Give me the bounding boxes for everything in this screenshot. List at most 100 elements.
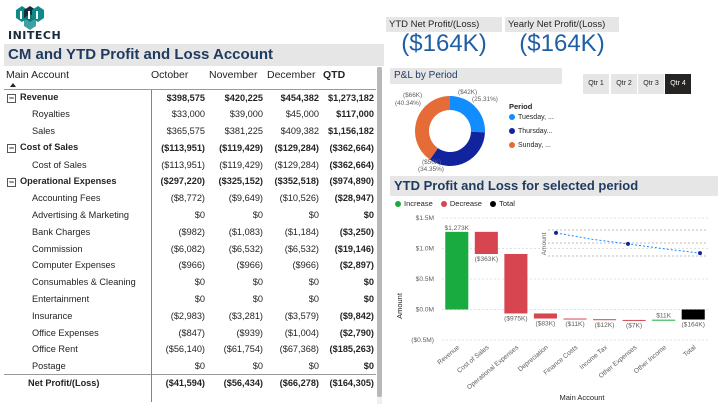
cell-nov: $0 (252, 293, 263, 304)
table-row[interactable]: Computer Expenses ($966) ($966) ($966) ($2,8… (4, 257, 376, 274)
collapse-icon[interactable]: − (7, 94, 16, 104)
cell-dec: $0 (308, 209, 319, 220)
donut-legend-item-1[interactable]: Thursday... (509, 128, 553, 135)
cell-dec: ($129,284) (274, 159, 319, 170)
quarter-button-3[interactable]: Qtr 3 (638, 74, 664, 94)
cell-nov: ($3,281) (228, 310, 263, 321)
total-row[interactable]: Net Profit/(Loss) ($41,594) ($56,434) ($66,… (4, 374, 376, 392)
cell-qtd: ($164,305) (321, 374, 376, 392)
table-row[interactable]: Royalties $33,000 $39,000 $45,000 $117,000 (4, 106, 376, 123)
cell-nov: ($61,754) (223, 344, 263, 355)
quarter-button-1[interactable]: Qtr 1 (583, 74, 609, 94)
waterfall-bar[interactable] (593, 319, 617, 321)
quarter-button-4[interactable]: Qtr 4 (665, 74, 691, 94)
collapse-icon[interactable]: − (7, 177, 16, 187)
cell-nov: ($56,434) (207, 374, 265, 392)
bar-data-label: ($164K) (681, 322, 704, 329)
cell-qtd: ($9,842) (339, 310, 374, 321)
waterfall-bar[interactable] (445, 231, 469, 310)
row-label: Computer Expenses (4, 257, 149, 274)
waterfall-chart[interactable]: $1.5M $1.0M $0.5M $0.0M ($0.5M) $1,273K ($363… (390, 210, 718, 408)
waterfall-bar[interactable] (563, 318, 587, 320)
table-row[interactable]: Entertainment $0 $0 $0 $0 (4, 291, 376, 308)
cell-qtd: ($974,890) (329, 176, 374, 187)
inset-point (554, 230, 558, 235)
table-row[interactable]: Bank Charges ($982) ($1,083) ($1,184) ($3,25… (4, 223, 376, 240)
waterfall-bar[interactable] (652, 319, 676, 321)
quarter-button-2[interactable]: Qtr 2 (611, 74, 637, 94)
cell-nov: ($1,083) (228, 226, 263, 237)
waterfall-y-axis-title: Amount (395, 292, 404, 319)
row-label-text: Revenue (20, 92, 59, 103)
col-header-november[interactable]: November (207, 67, 265, 83)
cell-qtd: ($185,263) (329, 344, 374, 355)
waterfall-bar[interactable] (533, 313, 557, 319)
collapse-icon[interactable]: − (7, 144, 16, 154)
cell-oct: $0 (194, 360, 205, 371)
cell-dec: $45,000 (285, 109, 319, 120)
waterfall-bar[interactable] (681, 309, 705, 320)
cell-nov: $0 (252, 209, 263, 220)
table-scrollbar-thumb[interactable] (377, 67, 382, 397)
group-row[interactable]: − Cost of Sales ($113,951) ($119,429) ($129,… (4, 139, 376, 156)
x-tick-label: Income Tax (579, 344, 610, 371)
cell-dec: ($67,368) (279, 344, 319, 355)
cell-qtd: ($2,790) (339, 327, 374, 338)
table-row[interactable]: Consumables & Cleaning $0 $0 $0 $0 (4, 274, 376, 291)
table-row[interactable]: Cost of Sales ($113,951) ($119,429) ($129,2… (4, 156, 376, 173)
table-row[interactable]: Office Expenses ($847) ($939) ($1,004) ($2,7… (4, 324, 376, 341)
col-header-qtd[interactable]: QTD (321, 67, 376, 83)
table-row[interactable]: Office Rent ($56,140) ($61,754) ($67,368) ($… (4, 341, 376, 358)
cell-dec: $0 (308, 293, 319, 304)
cell-dec: $0 (308, 360, 319, 371)
legend-increase[interactable]: Increase (395, 199, 433, 208)
donut-legend-item-2[interactable]: Sunday, ... (509, 142, 551, 149)
row-label: Entertainment (4, 291, 149, 308)
bar-data-label: $11K (656, 313, 672, 320)
initech-logo: INITECH (8, 4, 68, 42)
donut-chart[interactable]: ($42K) (25.31%) ($66K) (40.34%) ($56K) (… (392, 86, 508, 176)
row-label-text: Net Profit/(Loss) (28, 378, 100, 389)
pl-matrix: Main Account October November December Q… (4, 67, 376, 392)
row-label: − Revenue (4, 89, 149, 106)
row-label: Sales (4, 123, 149, 140)
donut-legend-label-0: Tuesday, ... (518, 114, 554, 121)
cell-oct: $33,000 (171, 109, 205, 120)
legend-total[interactable]: Total (490, 199, 515, 208)
waterfall-bar[interactable] (474, 231, 498, 254)
row-label-text: Commission (32, 243, 83, 254)
donut-label-pct-2: (40.34%) (395, 100, 421, 107)
group-row[interactable]: − Operational Expenses ($297,220) ($325,152… (4, 173, 376, 190)
table-row[interactable]: Postage $0 $0 $0 $0 (4, 358, 376, 375)
col-header-december[interactable]: December (265, 67, 321, 83)
table-row[interactable]: Insurance ($2,983) ($3,281) ($3,579) ($9,842… (4, 307, 376, 324)
row-label-text: Office Expenses (32, 327, 99, 338)
legend-total-label: Total (499, 199, 515, 208)
row-label: Bank Charges (4, 223, 149, 240)
cell-nov: $0 (252, 360, 263, 371)
sort-ascending-icon[interactable] (10, 83, 16, 87)
table-row[interactable]: Sales $365,575 $381,225 $409,382 $1,156,182 (4, 123, 376, 140)
table-row[interactable]: Advertising & Marketing $0 $0 $0 $0 (4, 207, 376, 224)
row-label-text: Computer Expenses (32, 260, 116, 271)
waterfall-bar[interactable] (504, 253, 528, 314)
cell-qtd: $0 (363, 293, 374, 304)
row-label: Office Expenses (4, 324, 149, 341)
table-row[interactable]: Commission ($6,082) ($6,532) ($6,532) ($19,1… (4, 240, 376, 257)
cell-dec: ($129,284) (274, 142, 319, 153)
donut-label-pct-0: (25.31%) (472, 96, 498, 103)
bar-data-label: ($12K) (595, 322, 615, 329)
x-tick-label: Other Income (633, 344, 668, 375)
cell-qtd: $0 (363, 209, 374, 220)
cell-qtd: ($28,947) (334, 193, 374, 204)
col-header-main-account[interactable]: Main Account (4, 67, 149, 83)
col-header-october[interactable]: October (149, 67, 207, 83)
table-row[interactable]: Accounting Fees ($8,772) ($9,649) ($10,526)… (4, 190, 376, 207)
y-tick-label: $1.0M (416, 246, 434, 253)
donut-legend-item-0[interactable]: Tuesday, ... (509, 114, 554, 121)
legend-decrease[interactable]: Decrease (440, 199, 482, 208)
waterfall-bar[interactable] (622, 319, 646, 321)
group-row[interactable]: − Revenue $398,575 $420,225 $454,382 $1,273,1… (4, 89, 376, 106)
cell-nov: ($966) (236, 260, 263, 271)
waterfall-title: YTD Profit and Loss for selected period (390, 176, 718, 196)
